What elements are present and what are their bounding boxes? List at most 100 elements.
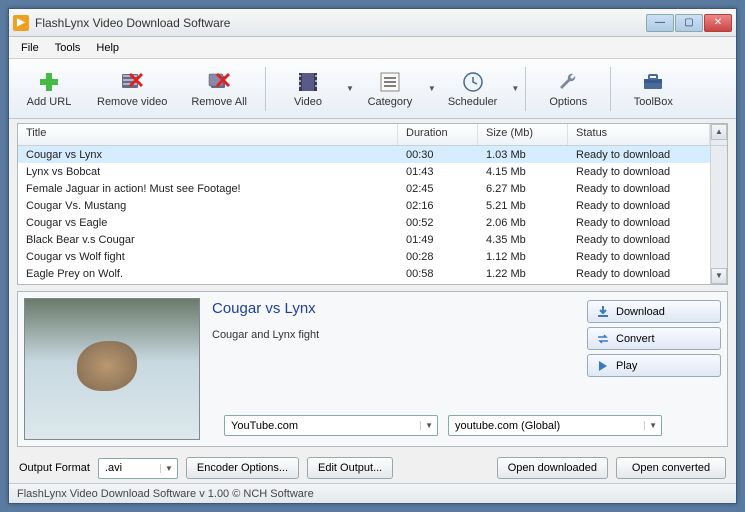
cell-duration: 02:16 <box>398 199 478 213</box>
table-row[interactable]: Cougar vs Lynx00:301.03 MbReady to downl… <box>18 146 710 163</box>
edit-output-button[interactable]: Edit Output... <box>307 457 393 479</box>
table-row[interactable]: Cougar vs Wolf fight00:281.12 MbReady to… <box>18 248 710 265</box>
cell-duration: 01:49 <box>398 233 478 247</box>
chevron-down-icon: ▼ <box>420 421 433 430</box>
encoder-options-button[interactable]: Encoder Options... <box>186 457 299 479</box>
cell-duration: 00:28 <box>398 250 478 264</box>
table-row[interactable]: Female Jaguar in action! Must see Footag… <box>18 180 710 197</box>
video-thumbnail <box>24 298 200 440</box>
menu-file[interactable]: File <box>13 39 47 57</box>
menu-tools[interactable]: Tools <box>47 39 89 57</box>
open-downloaded-button[interactable]: Open downloaded <box>497 457 608 479</box>
cell-status: Ready to download <box>568 267 710 281</box>
play-button[interactable]: Play <box>587 354 721 377</box>
table-row[interactable]: Lynx vs Bobcat01:434.15 MbReady to downl… <box>18 163 710 180</box>
chevron-down-icon[interactable]: ▼ <box>428 84 436 93</box>
convert-label: Convert <box>616 333 655 345</box>
play-label: Play <box>616 360 637 372</box>
cell-title: Cougar vs Eagle <box>18 216 398 230</box>
cell-status: Ready to download <box>568 216 710 230</box>
cell-size: 5.21 Mb <box>478 199 568 213</box>
remove-all-icon <box>207 70 231 94</box>
cell-size: 6.27 Mb <box>478 182 568 196</box>
table-row[interactable]: Eagle Prey on Wolf.00:581.22 MbReady to … <box>18 265 710 282</box>
cell-size: 4.15 Mb <box>478 165 568 179</box>
scrollbar-header: ▲ <box>710 124 727 145</box>
output-format-value: .avi <box>105 462 122 474</box>
toolbar: Add URL Remove video Remove All Video ▼ … <box>9 59 736 119</box>
details-panel: Cougar vs Lynx Cougar and Lynx fight Dow… <box>17 291 728 447</box>
cell-duration: 02:45 <box>398 182 478 196</box>
chevron-down-icon: ▼ <box>644 421 657 430</box>
maximize-button[interactable]: ▢ <box>675 14 703 32</box>
cell-duration: 00:52 <box>398 216 478 230</box>
download-icon <box>596 305 610 319</box>
close-button[interactable]: ✕ <box>704 14 732 32</box>
region-dropdown[interactable]: youtube.com (Global) ▼ <box>448 415 662 436</box>
cell-title: Eagle Prey on Wolf. <box>18 267 398 281</box>
plus-icon <box>37 70 61 94</box>
table-row[interactable]: Cougar vs Eagle00:522.06 MbReady to down… <box>18 214 710 231</box>
detail-description: Cougar and Lynx fight <box>212 329 575 341</box>
detail-title: Cougar vs Lynx <box>212 300 575 317</box>
open-converted-button[interactable]: Open converted <box>616 457 726 479</box>
cell-status: Ready to download <box>568 148 710 162</box>
column-duration[interactable]: Duration <box>398 124 478 145</box>
source-site-value: YouTube.com <box>231 420 298 432</box>
status-bar: FlashLynx Video Download Software v 1.00… <box>9 483 736 503</box>
film-icon <box>296 70 320 94</box>
toolbar-separator <box>610 67 611 111</box>
column-size[interactable]: Size (Mb) <box>478 124 568 145</box>
cell-status: Ready to download <box>568 165 710 179</box>
cell-duration: 01:43 <box>398 165 478 179</box>
list-header: Title Duration Size (Mb) Status ▲ <box>18 124 727 146</box>
cell-status: Ready to download <box>568 182 710 196</box>
cell-title: Cougar Vs. Mustang <box>18 199 398 213</box>
table-row[interactable]: Cougar Vs. Mustang02:165.21 MbReady to d… <box>18 197 710 214</box>
cell-title: Cougar vs Lynx <box>18 148 398 162</box>
chevron-down-icon[interactable]: ▼ <box>346 84 354 93</box>
video-list: Title Duration Size (Mb) Status ▲ Cougar… <box>17 123 728 285</box>
cell-size: 4.35 Mb <box>478 233 568 247</box>
play-icon <box>596 359 610 373</box>
download-button[interactable]: Download <box>587 300 721 323</box>
wrench-icon <box>556 70 580 94</box>
remove-video-button[interactable]: Remove video <box>87 62 177 116</box>
cell-size: 1.22 Mb <box>478 267 568 281</box>
column-status[interactable]: Status <box>568 124 710 145</box>
download-label: Download <box>616 306 665 318</box>
region-value: youtube.com (Global) <box>455 420 560 432</box>
cell-status: Ready to download <box>568 250 710 264</box>
toolbox-button[interactable]: ToolBox <box>619 62 687 116</box>
options-button[interactable]: Options <box>534 62 602 116</box>
video-dropdown[interactable]: Video <box>274 62 342 116</box>
convert-button[interactable]: Convert <box>587 327 721 350</box>
app-window: ▶ FlashLynx Video Download Software — ▢ … <box>8 8 737 504</box>
output-format-label: Output Format <box>19 462 90 474</box>
scroll-down-button[interactable]: ▼ <box>711 268 727 284</box>
status-text: FlashLynx Video Download Software v 1.00… <box>17 488 314 500</box>
menu-help[interactable]: Help <box>88 39 127 57</box>
output-format-dropdown[interactable]: .avi ▼ <box>98 458 178 479</box>
column-title[interactable]: Title <box>18 124 398 145</box>
menubar: File Tools Help <box>9 37 736 59</box>
cell-size: 1.03 Mb <box>478 148 568 162</box>
table-row[interactable]: Black Bear v.s Cougar01:494.35 MbReady t… <box>18 231 710 248</box>
remove-video-icon <box>120 70 144 94</box>
cell-title: Black Bear v.s Cougar <box>18 233 398 247</box>
vertical-scrollbar[interactable]: ▼ <box>710 146 727 284</box>
cell-duration: 00:58 <box>398 267 478 281</box>
scheduler-dropdown[interactable]: Scheduler <box>438 62 508 116</box>
chevron-down-icon[interactable]: ▼ <box>511 84 519 93</box>
category-dropdown[interactable]: Category <box>356 62 424 116</box>
scroll-up-button[interactable]: ▲ <box>711 124 727 140</box>
toolbar-separator <box>525 67 526 111</box>
add-url-button[interactable]: Add URL <box>15 62 83 116</box>
remove-all-button[interactable]: Remove All <box>181 62 257 116</box>
minimize-button[interactable]: — <box>646 14 674 32</box>
bottom-bar: Output Format .avi ▼ Encoder Options... … <box>9 453 736 483</box>
list-icon <box>378 70 402 94</box>
window-title: FlashLynx Video Download Software <box>35 16 646 30</box>
app-icon: ▶ <box>13 15 29 31</box>
source-site-dropdown[interactable]: YouTube.com ▼ <box>224 415 438 436</box>
